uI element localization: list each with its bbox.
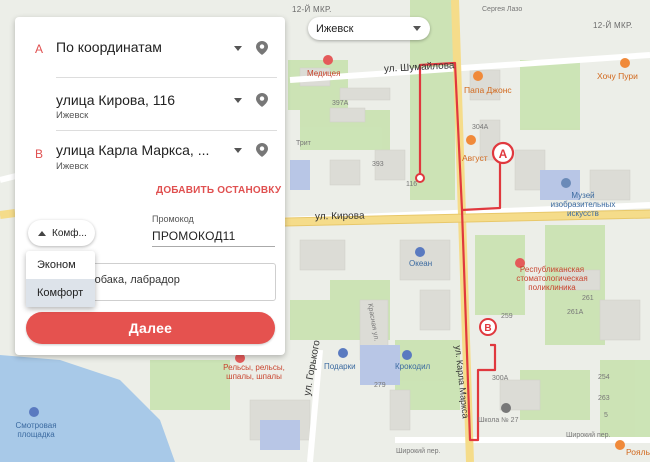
city-select-value: Ижевск [316,22,354,35]
tariff-option-economy[interactable]: Эконом [26,251,95,279]
route-point-stop[interactable]: улица Кирова, 116 Ижевск [15,78,285,131]
house-number: 116 [406,181,418,188]
house-number: 254 [598,374,610,381]
house-number: 5 [604,412,608,419]
city-select[interactable]: Ижевск [308,17,430,40]
poi-school-label: Школа № 27 [478,417,519,424]
chevron-down-icon[interactable] [234,98,242,103]
poi-okean-label: Океан [409,259,433,268]
poi-hochu-puri-label: Хочу Пури [597,71,638,81]
house-number: 300А [492,375,509,382]
house-number: 393 [372,161,384,168]
location-pin-icon[interactable] [256,93,268,107]
location-pin-icon[interactable] [256,143,268,157]
poi-rails-label: Рельсы, рельсы, шпалы, шпалы [223,363,285,381]
route-point-b[interactable]: B улица Карла Маркса, ... Ижевск [15,131,285,183]
poi-krokodil-label: Крокодил [395,362,431,371]
route-letter-b: B [35,147,44,161]
street-shirokiy-label: Широкий пер. [396,448,441,455]
route-point-a[interactable]: A По координатам [15,17,285,78]
route-point-b-address[interactable]: улица Карла Маркса, ... [56,142,209,158]
tariff-menu: Эконом Комфорт [26,251,95,307]
promo-label: Промокод [152,214,194,224]
house-number: 397А [332,100,349,107]
promo-input[interactable]: ПРОМОКОД11 [152,229,236,243]
poi-mediceya-label: Медицея [307,69,341,78]
add-stop-button[interactable]: ДОБАВИТЬ ОСТАНОВКУ [156,185,281,196]
poi-museum-label: Музей изобразительных искусств [550,191,616,218]
house-number: 263 [598,395,610,402]
chevron-down-icon[interactable] [234,46,242,51]
house-number: 279 [374,382,386,389]
map-house-label: Сергея Лазо [482,6,523,13]
route-point-stop-city: Ижевск [56,110,89,121]
poi-stomatology-label: Республиканская стоматологическая поликл… [516,265,588,292]
route-letter-a: A [35,42,44,56]
house-number: 261А [567,309,584,316]
poi-avgust-label: Август [462,153,488,163]
poi-papa-johns-label: Папа Джонс [464,85,512,95]
promo-underline [152,246,275,247]
marker-a-icon[interactable]: A [491,141,515,165]
map-district-label: 12-Й МКР. [593,21,633,30]
poi-trit-label: Трит [296,140,311,147]
marker-b-icon[interactable]: B [479,318,497,336]
house-number: 261 [582,295,594,302]
chevron-down-icon [413,26,421,31]
tariff-select-value: Комф... [52,228,87,239]
svg-text:B: B [484,323,491,334]
house-number: 259 [501,313,513,320]
poi-podarki-label: Подарки [324,362,356,371]
svg-text:A: A [499,147,508,161]
poi-viewpoint-label: Смотровая площадка [15,421,57,439]
route-point-b-city: Ижевск [56,161,89,172]
submit-button[interactable]: Далее [26,312,275,344]
house-number: 304А [472,124,489,131]
route-point-stop-address[interactable]: улица Кирова, 116 [56,92,175,108]
comment-value: собака, лабрадор [89,274,180,286]
chevron-up-icon [38,231,46,236]
route-point-a-address[interactable]: По координатам [56,39,162,55]
street-kirova-label: ул. Кирова [314,210,365,223]
tariff-select[interactable]: Комф... [28,220,95,246]
map-district-label: 12-Й МКР. [292,5,332,14]
tariff-option-comfort[interactable]: Комфорт [26,279,95,307]
chevron-down-icon[interactable] [234,148,242,153]
poi-royal-label: Рояль [626,447,650,457]
location-pin-icon[interactable] [256,41,268,55]
street-shirokiy-label: Широкий пер. [566,432,611,439]
